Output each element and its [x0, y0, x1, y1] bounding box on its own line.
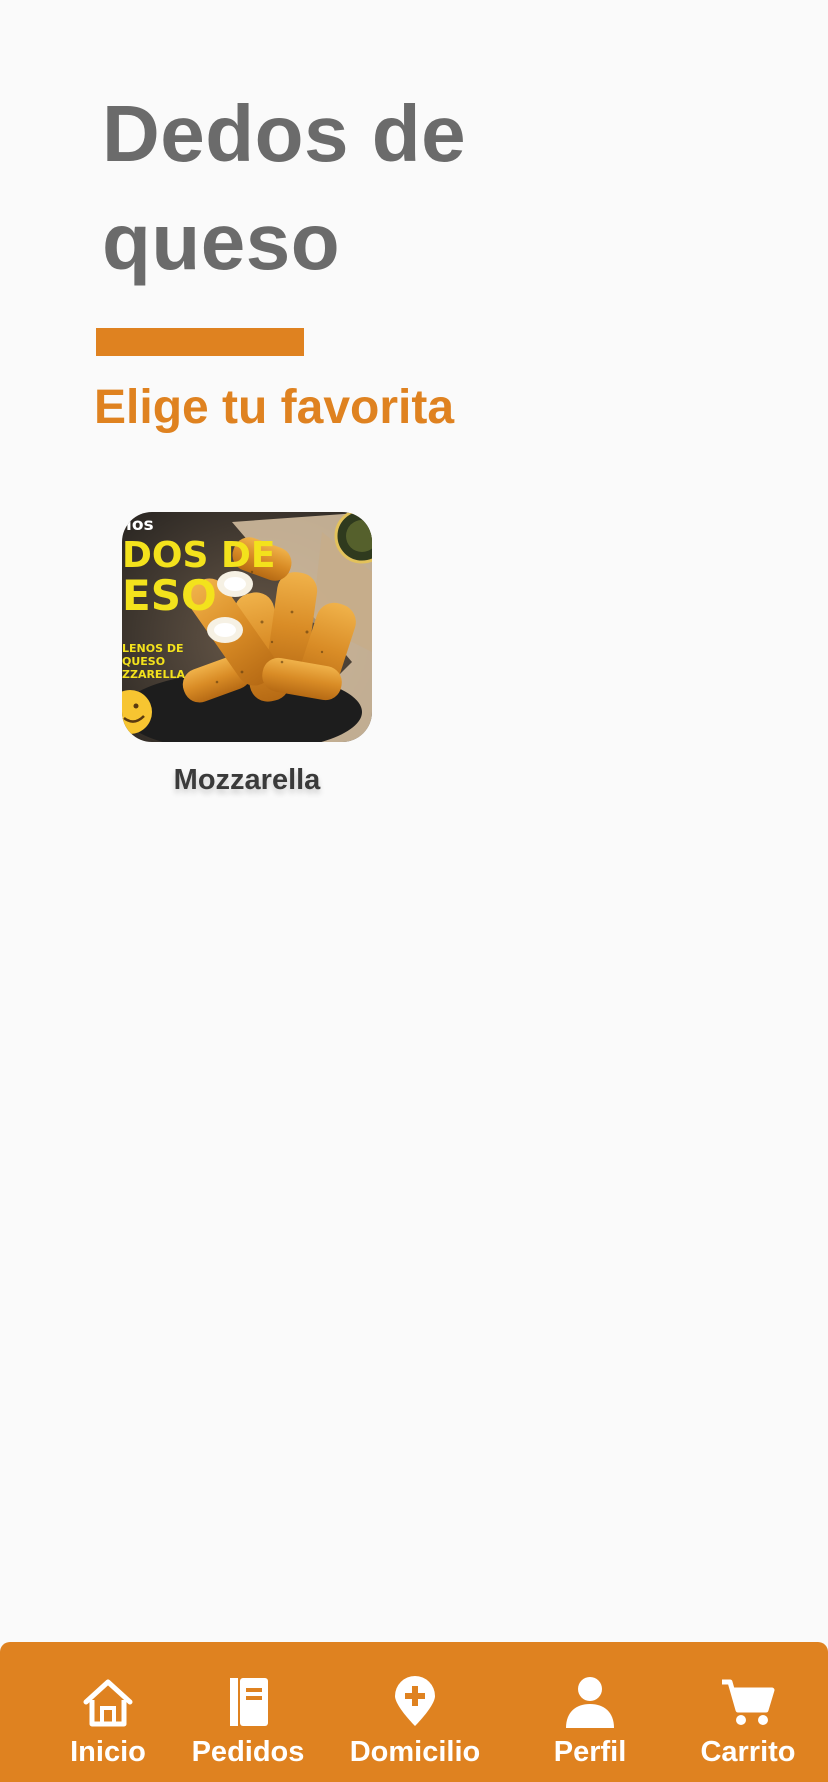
nav-item-domicilio[interactable]: Domicilio [340, 1642, 490, 1782]
cart-icon [722, 1679, 775, 1725]
nav-item-perfil[interactable]: Perfil [540, 1642, 640, 1782]
nav-label-domicilio: Domicilio [349, 1736, 481, 1768]
home-icon [83, 1679, 133, 1727]
image-text-2: DOS DE [122, 535, 275, 576]
page-title: Dedos de queso [102, 89, 467, 286]
product-name: Mozzarella [173, 764, 321, 796]
nav-item-inicio[interactable]: Inicio [52, 1642, 164, 1782]
image-text-1: los [126, 515, 154, 535]
nav-item-pedidos[interactable]: Pedidos [186, 1642, 310, 1782]
nav-label-inicio: Inicio [70, 1736, 146, 1768]
person-icon [566, 1677, 614, 1728]
bottom-navigation-bar: Inicio Pedidos Domicilio Perfil Carrito [0, 1642, 828, 1782]
image-text-4: LENOS DE [122, 642, 183, 655]
location-plus-icon [395, 1676, 435, 1726]
product-card-mozzarella[interactable]: los DOS DE ESO LENOS DE QUESO ZZARELLA M… [122, 512, 372, 797]
nav-item-carrito[interactable]: Carrito [696, 1642, 800, 1782]
book-icon [230, 1678, 268, 1726]
nav-label-pedidos: Pedidos [191, 1736, 305, 1768]
nav-label-carrito: Carrito [700, 1736, 796, 1768]
image-text-5: QUESO [122, 655, 165, 668]
page-subtitle: Elige tu favorita [94, 381, 455, 434]
image-text-3: ESO [122, 571, 217, 620]
image-text-6: ZZARELLA [122, 668, 185, 681]
title-underline [96, 328, 304, 356]
product-image: los DOS DE ESO LENOS DE QUESO ZZARELLA [122, 512, 372, 742]
nav-label-perfil: Perfil [553, 1736, 627, 1768]
